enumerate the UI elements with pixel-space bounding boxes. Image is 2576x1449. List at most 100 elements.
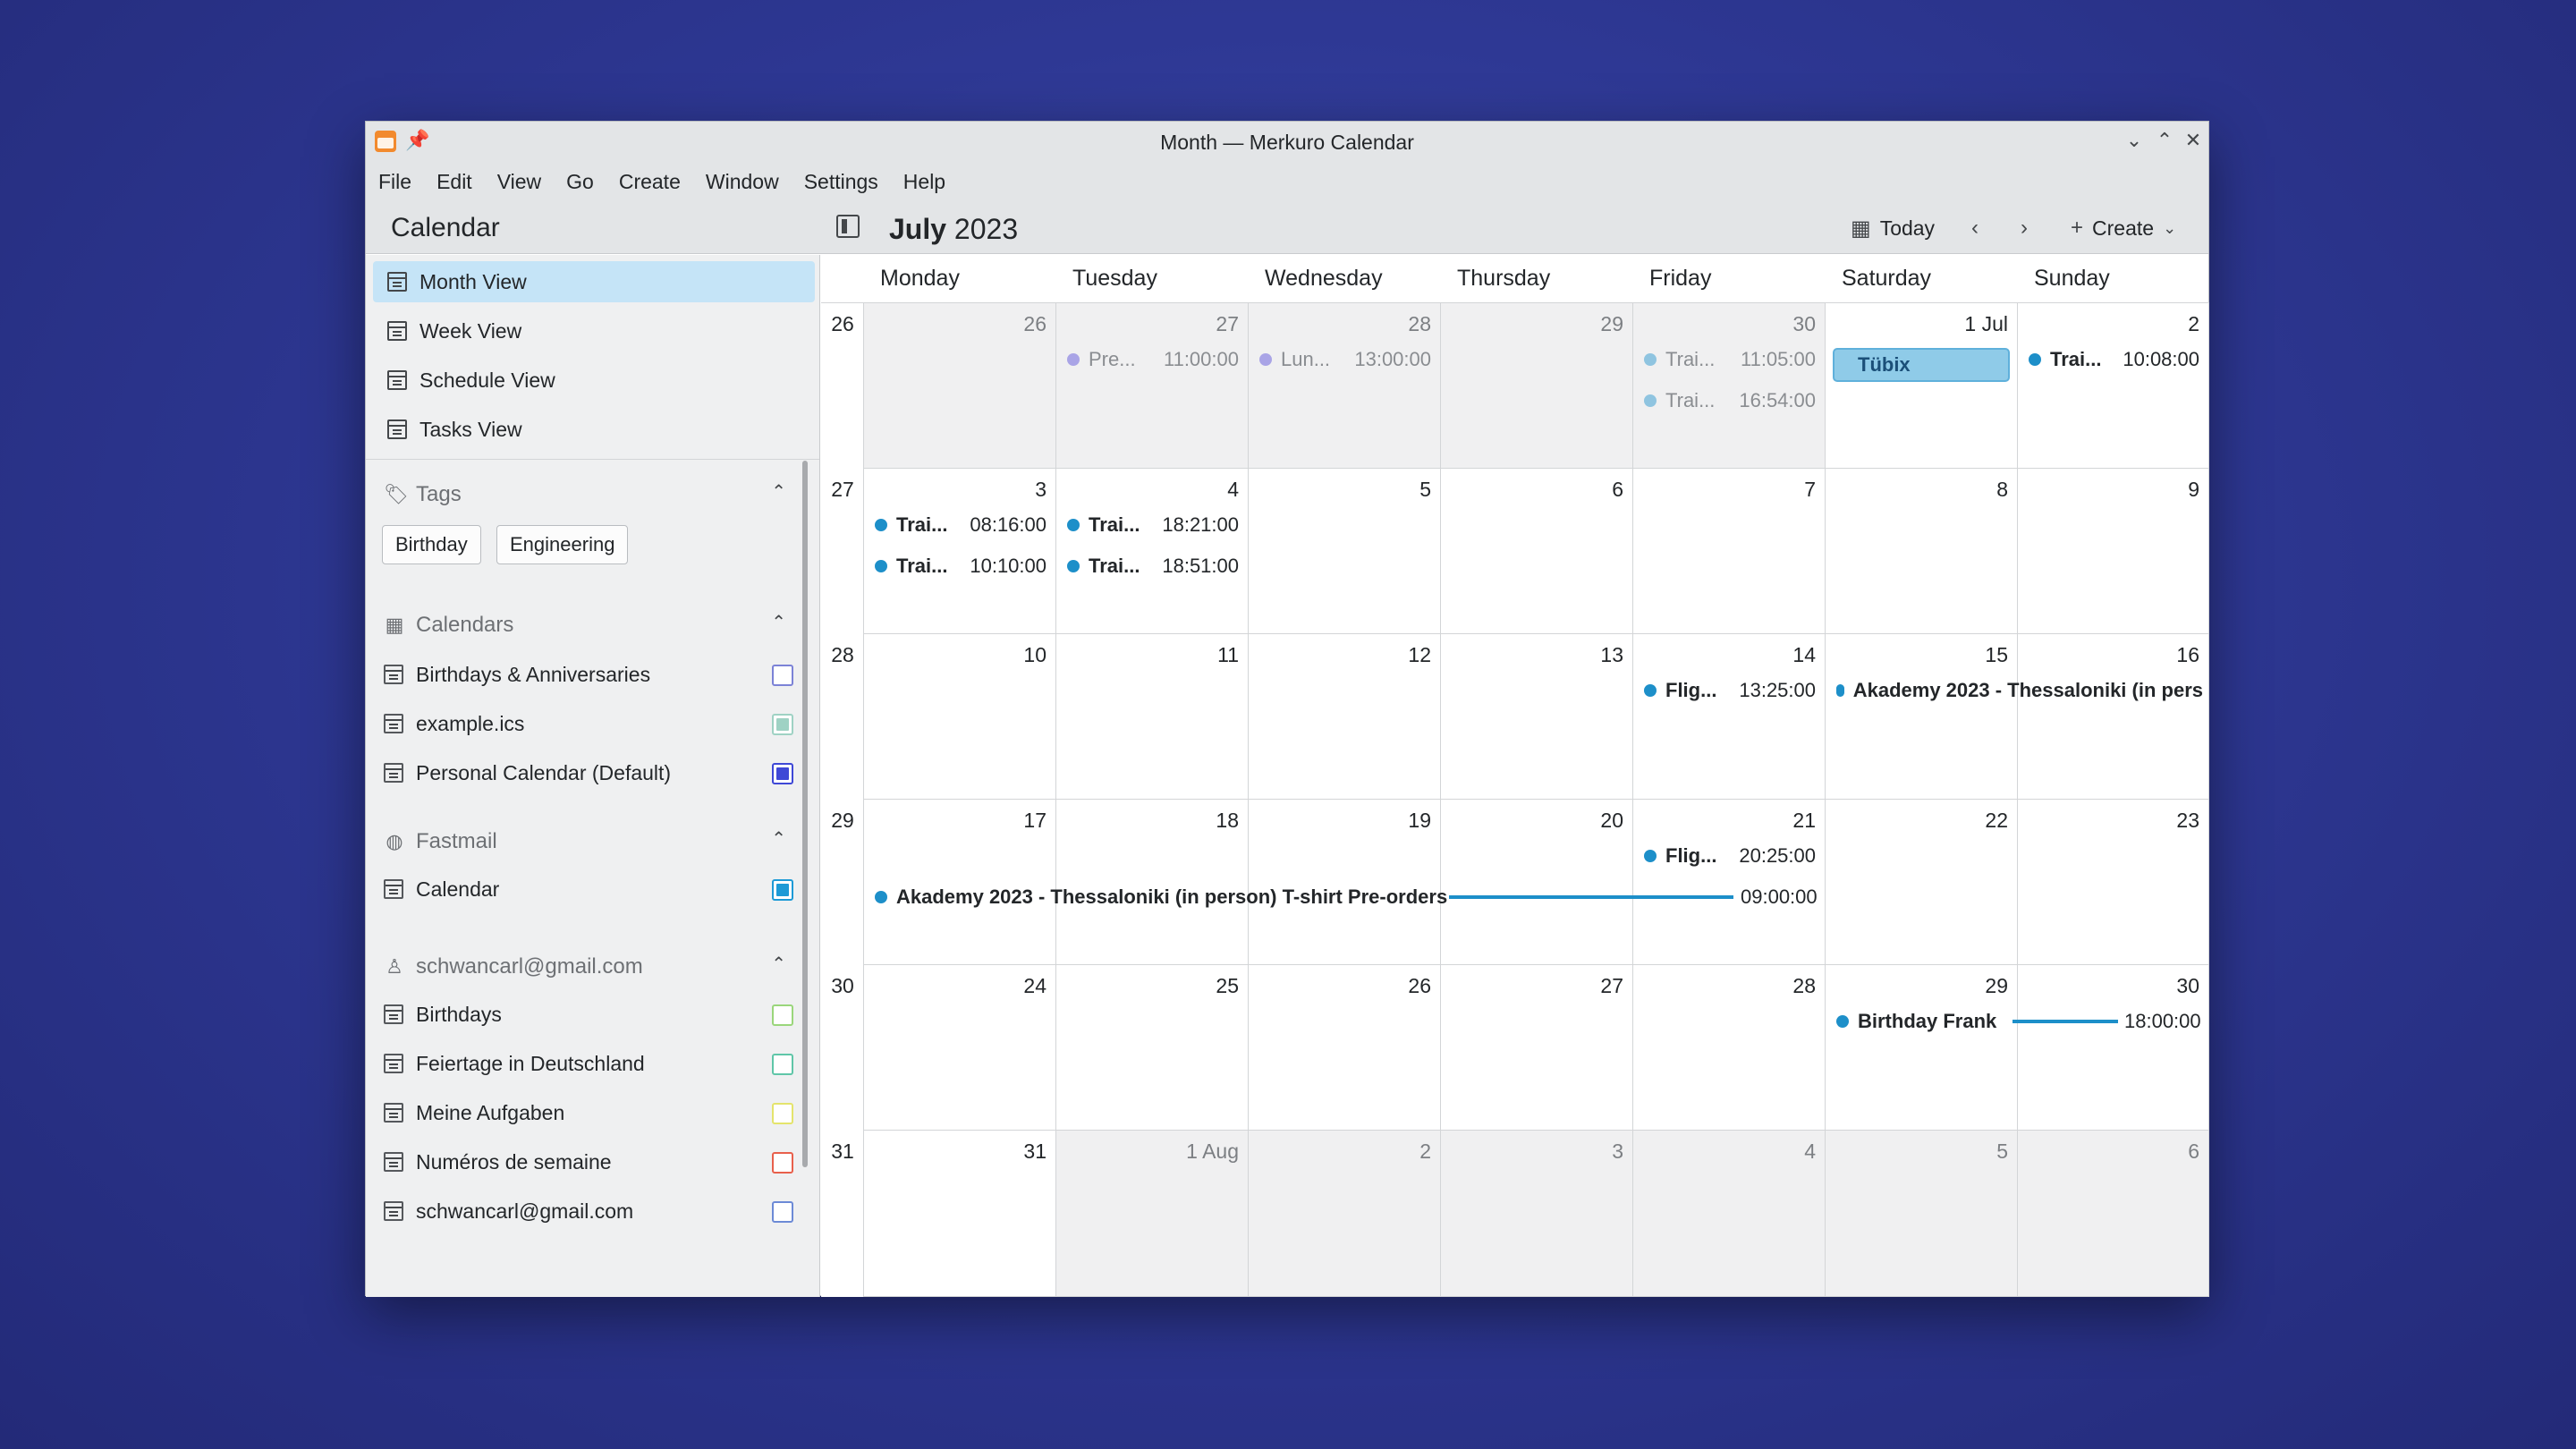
calendar-item-feiertage[interactable]: Feiertage in Deutschland [384, 1043, 804, 1084]
day-cell[interactable]: 18 [1056, 800, 1249, 965]
day-cell[interactable]: 20 [1441, 800, 1633, 965]
next-month-button[interactable]: › [2021, 211, 2037, 245]
multiday-event[interactable]: Akademy 2023 - Thessaloniki (in pers [1836, 677, 2203, 704]
day-cell[interactable]: 6 [1441, 469, 1633, 634]
previous-month-button[interactable]: ‹ [1971, 211, 1987, 245]
day-cell[interactable]: 12 [1249, 634, 1441, 800]
sidebar-toggle-icon[interactable] [836, 215, 860, 238]
day-cell[interactable]: 3 [1441, 1131, 1633, 1297]
menu-help[interactable]: Help [903, 170, 945, 194]
day-cell[interactable]: 28 Lun... 13:00:00 [1249, 303, 1441, 469]
calendars-section-header[interactable]: ▦ Calendars ⌃ [384, 607, 804, 643]
event-item[interactable]: Trai... 18:51:00 [1067, 553, 1239, 580]
day-cell[interactable]: 11 [1056, 634, 1249, 800]
allday-event[interactable]: Tübix [1833, 348, 2010, 382]
day-cell[interactable]: 31 [864, 1131, 1056, 1297]
day-cell[interactable]: 29 [1826, 965, 2018, 1131]
create-button[interactable]: + Create ⌄ [2071, 211, 2176, 245]
sidebar-item-tasks-view[interactable]: Tasks View [373, 409, 815, 450]
calendar-checkbox[interactable] [772, 1152, 793, 1174]
event-item[interactable]: Pre... 11:00:00 [1067, 346, 1239, 373]
day-cell[interactable]: 24 [864, 965, 1056, 1131]
tag-engineering[interactable]: Engineering [496, 525, 629, 564]
menu-view[interactable]: View [497, 170, 541, 194]
event-item[interactable]: Flig... 20:25:00 [1644, 843, 1816, 869]
day-cell[interactable]: 6 [2018, 1131, 2209, 1297]
day-cell[interactable]: 25 [1056, 965, 1249, 1131]
day-cell[interactable]: 1 Aug [1056, 1131, 1249, 1297]
day-cell[interactable]: 5 [1826, 1131, 2018, 1297]
event-item[interactable]: Trai... 08:16:00 [875, 512, 1046, 538]
event-item[interactable]: Trai... 16:54:00 [1644, 387, 1816, 414]
day-cell[interactable]: 2 [1249, 1131, 1441, 1297]
event-item[interactable]: Trai... 18:21:00 [1067, 512, 1239, 538]
day-cell[interactable]: 9 [2018, 469, 2209, 634]
day-cell[interactable]: 16 [2018, 634, 2209, 800]
day-cell[interactable]: 10 [864, 634, 1056, 800]
calendar-item-numeros-semaine[interactable]: Numéros de semaine [384, 1141, 804, 1182]
day-cell[interactable]: 30 [2018, 965, 2209, 1131]
menu-create[interactable]: Create [619, 170, 681, 194]
calendar-item-personal[interactable]: Personal Calendar (Default) [384, 752, 804, 793]
calendar-checkbox[interactable] [772, 1103, 793, 1124]
sidebar-scrollbar[interactable] [802, 461, 808, 1167]
chevron-up-icon[interactable]: ⌃ [771, 827, 786, 850]
event-item[interactable]: Flig... 13:25:00 [1644, 677, 1816, 704]
calendar-checkbox[interactable] [772, 879, 793, 901]
event-item[interactable]: Trai... 10:10:00 [875, 553, 1046, 580]
calendar-checkbox[interactable] [772, 1201, 793, 1223]
day-cell[interactable]: 26 [864, 303, 1056, 469]
sidebar-item-month-view[interactable]: Month View [373, 261, 815, 302]
menu-window[interactable]: Window [706, 170, 779, 194]
day-cell[interactable]: 1 Jul Tübix [1826, 303, 2018, 469]
calendar-checkbox[interactable] [772, 1054, 793, 1075]
chevron-up-icon[interactable]: ⌃ [771, 480, 786, 503]
day-cell[interactable]: 29 [1441, 303, 1633, 469]
calendar-item-meine-aufgaben[interactable]: Meine Aufgaben [384, 1092, 804, 1133]
chevron-up-icon[interactable]: ⌃ [771, 953, 786, 975]
calendar-item-example-ics[interactable]: example.ics [384, 703, 804, 744]
close-icon[interactable]: ✕ [2180, 127, 2207, 154]
day-cell[interactable]: 28 [1633, 965, 1826, 1131]
menu-edit[interactable]: Edit [436, 170, 472, 194]
chevron-up-icon[interactable]: ⌃ [771, 611, 786, 633]
calendar-checkbox[interactable] [772, 714, 793, 735]
day-cell[interactable]: 14 Flig... 13:25:00 [1633, 634, 1826, 800]
day-cell[interactable]: 17 [864, 800, 1056, 965]
tags-section-header[interactable]: 🏷 Tags ⌃ [384, 477, 804, 513]
day-cell[interactable]: 21 Flig... 20:25:00 [1633, 800, 1826, 965]
event-item[interactable]: Lun... 13:00:00 [1259, 346, 1431, 373]
day-cell[interactable]: 2 Trai... 10:08:00 [2018, 303, 2209, 469]
day-cell[interactable]: 27 [1441, 965, 1633, 1131]
day-cell[interactable]: 30 Trai... 11:05:00 Trai... 16:54:00 [1633, 303, 1826, 469]
day-cell[interactable]: 8 [1826, 469, 2018, 634]
minimize-icon[interactable]: ⌄ [2121, 127, 2148, 154]
calendar-item-birthdays[interactable]: Birthdays [384, 994, 804, 1035]
menu-settings[interactable]: Settings [804, 170, 878, 194]
day-cell[interactable]: 23 [2018, 800, 2209, 965]
day-cell[interactable]: 27 Pre... 11:00:00 [1056, 303, 1249, 469]
day-cell[interactable]: 5 [1249, 469, 1441, 634]
sidebar-item-schedule-view[interactable]: Schedule View [373, 360, 815, 401]
day-cell[interactable]: 22 [1826, 800, 2018, 965]
day-cell[interactable]: 13 [1441, 634, 1633, 800]
day-cell[interactable]: 3 Trai... 08:16:00 Trai... 10:10:00 [864, 469, 1056, 634]
multiday-event[interactable]: Birthday Frank [1836, 1008, 2024, 1035]
calendar-checkbox[interactable] [772, 763, 793, 784]
calendar-checkbox[interactable] [772, 1004, 793, 1026]
day-cell[interactable]: 15 [1826, 634, 2018, 800]
event-item[interactable]: Trai... 11:05:00 [1644, 346, 1816, 373]
calendar-item-birthdays-anniversaries[interactable]: Birthdays & Anniversaries [384, 654, 804, 695]
today-button[interactable]: ▦ Today [1851, 211, 1935, 245]
day-cell[interactable]: 4 Trai... 18:21:00 Trai... 18:51:00 [1056, 469, 1249, 634]
menu-go[interactable]: Go [566, 170, 594, 194]
gmail-section-header[interactable]: ♙ schwancarl@gmail.com ⌃ [384, 949, 804, 985]
title-bar[interactable]: 📌 Month — Merkuro Calendar ⌄ ⌃ ✕ [366, 122, 2208, 161]
tag-birthday[interactable]: Birthday [382, 525, 481, 564]
day-cell[interactable]: 4 [1633, 1131, 1826, 1297]
calendar-checkbox[interactable] [772, 665, 793, 686]
day-cell[interactable]: 7 [1633, 469, 1826, 634]
day-cell[interactable]: 26 [1249, 965, 1441, 1131]
fastmail-section-header[interactable]: ◍ Fastmail ⌃ [384, 824, 804, 860]
day-cell[interactable]: 19 [1249, 800, 1441, 965]
